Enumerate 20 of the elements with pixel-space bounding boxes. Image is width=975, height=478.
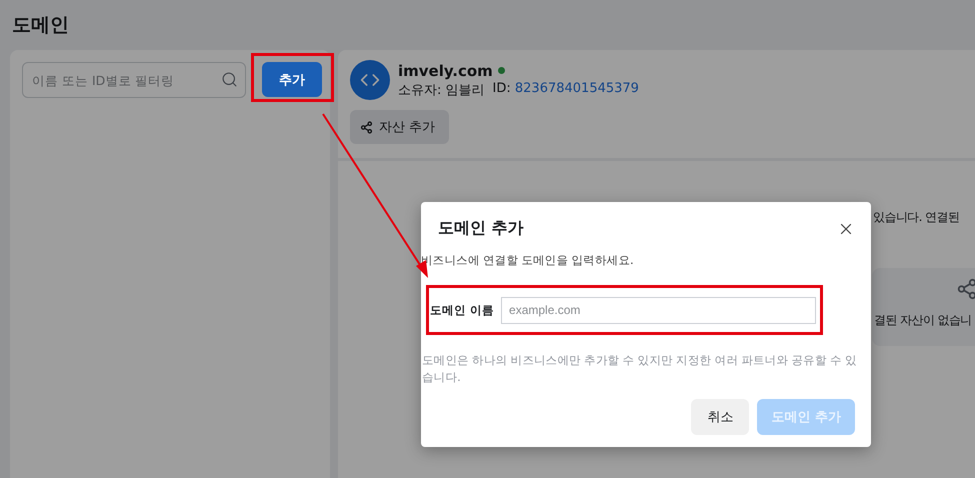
search-field[interactable]: 이름 또는 ID별로 필터링 — [22, 62, 246, 98]
id-link[interactable]: 823678401545379 — [514, 80, 639, 96]
cancel-button[interactable]: 취소 — [691, 399, 750, 435]
notice-text: 있습니다. 연결된 — [873, 209, 960, 226]
add-button[interactable]: 추가 — [262, 62, 322, 97]
code-icon — [350, 60, 390, 100]
domain-input[interactable]: example.com — [501, 296, 816, 324]
domain-name: imvely.com — [398, 62, 493, 80]
owner-text: 소유자: 임블리 — [398, 82, 485, 98]
dialog-description: 비즈니스에 연결할 도메인을 입력하세요. — [421, 253, 634, 268]
page-title: 도메인 — [11, 13, 70, 38]
id-label: ID: — [492, 80, 512, 96]
empty-text: 결된 자산이 없습니 — [874, 312, 973, 329]
dialog-title: 도메인 추가 — [438, 218, 524, 239]
add-asset-button[interactable]: 자산 추가 — [350, 110, 450, 144]
network-icon — [956, 278, 975, 300]
dialog-note: 도메인은 하나의 비즈니스에만 추가할 수 있지만 지정한 여러 파트너와 공유할 수 있습니다. — [422, 352, 858, 386]
field-label: 도메인 이름 — [430, 302, 494, 318]
network-icon — [360, 120, 373, 134]
search-icon — [221, 71, 238, 88]
